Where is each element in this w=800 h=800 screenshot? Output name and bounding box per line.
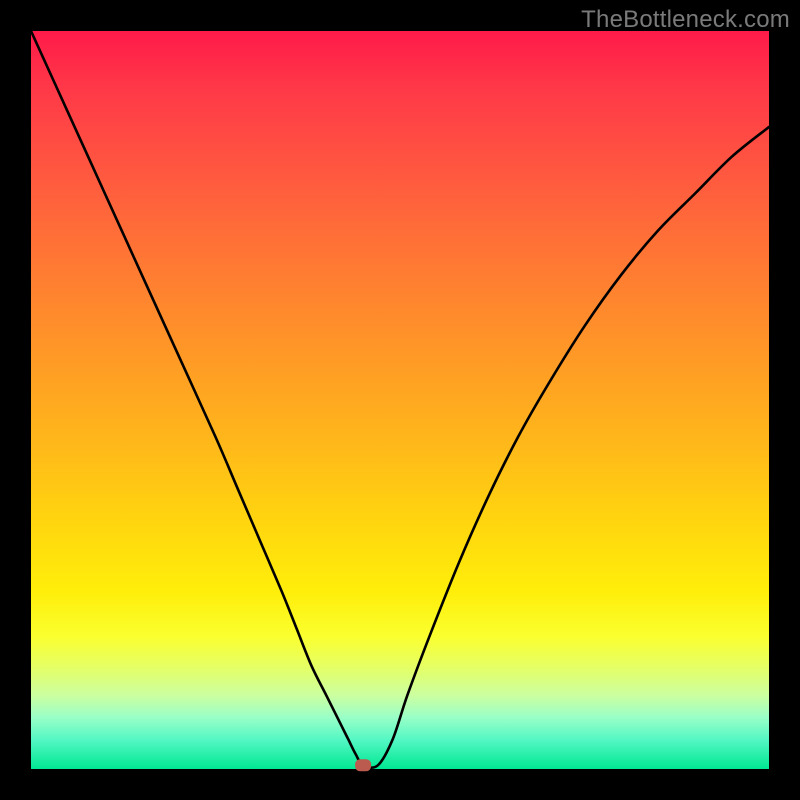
chart-svg — [31, 31, 769, 769]
plot-area — [31, 31, 769, 769]
chart-frame: TheBottleneck.com — [0, 0, 800, 800]
bottleneck-curve — [31, 31, 769, 768]
watermark-text: TheBottleneck.com — [581, 6, 790, 34]
min-marker — [355, 759, 371, 771]
